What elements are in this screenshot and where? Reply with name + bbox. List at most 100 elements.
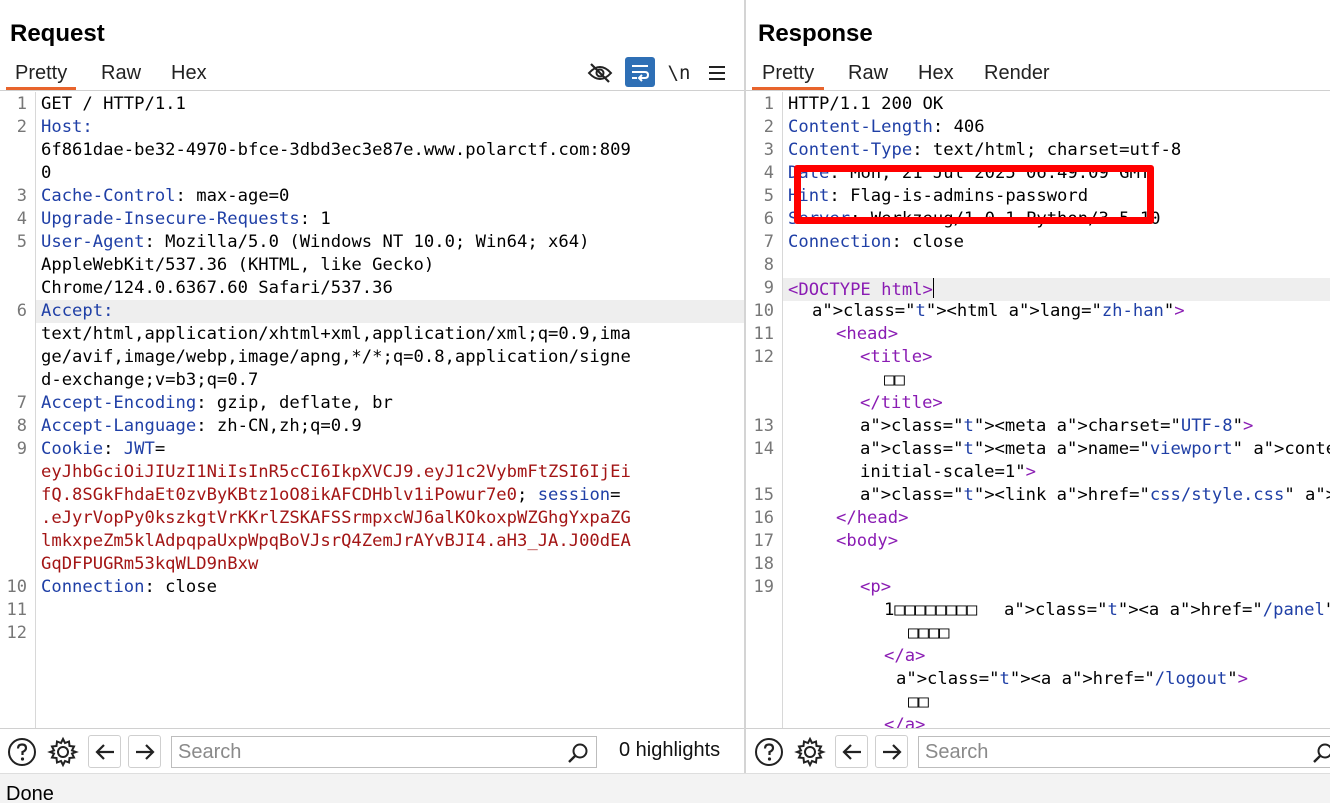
code-line: User-Agent: Mozilla/5.0 (Windows NT 10.0… — [41, 232, 590, 252]
code-line: a">class="t"><meta a">charset="UTF-8"> — [860, 416, 1254, 436]
code-line: <p> — [860, 577, 892, 597]
code-line: eyJhbGciOiJIUzI1NiIsInR5cCI6IkpXVCJ9.eyJ… — [41, 462, 631, 482]
code-line: GET / HTTP/1.1 — [41, 94, 186, 114]
request-search-input[interactable] — [178, 740, 558, 764]
line-number: 11 — [753, 324, 774, 344]
code-line: Connection: close — [41, 577, 217, 597]
code-line: </a> — [884, 715, 926, 728]
line-number: 6 — [763, 209, 774, 229]
code-line: 0 — [41, 163, 52, 183]
line-number: 12 — [753, 347, 774, 367]
help-icon[interactable] — [5, 735, 38, 768]
eye-slash-icon[interactable] — [585, 58, 615, 88]
code-line: AppleWebKit/537.36 (KHTML, like Gecko) — [41, 255, 435, 275]
search-icon[interactable] — [1311, 741, 1330, 765]
line-number: 19 — [753, 577, 774, 597]
line-number: 10 — [753, 301, 774, 321]
code-line: Host: — [41, 117, 93, 137]
response-pane: Response Pretty Raw Hex Render 1 2 3 4 5… — [746, 0, 1330, 773]
line-number: 13 — [753, 416, 774, 436]
code-line: GqDFPUGRm53kqWLD9nBxw — [41, 554, 259, 574]
back-arrow-icon[interactable] — [835, 735, 868, 768]
tab-raw[interactable]: Raw — [101, 60, 141, 90]
line-number: 9 — [16, 439, 27, 459]
response-tabs: Pretty Raw Hex Render — [746, 60, 1330, 91]
line-number: 5 — [16, 232, 27, 252]
request-gutter: 1 2 3 4 5 6 7 8 9 10 11 12 — [0, 92, 36, 728]
response-search-input[interactable] — [925, 740, 1305, 764]
tab-hex[interactable]: Hex — [171, 60, 207, 90]
code-line: Hint: Flag-is-admins-password — [788, 186, 1089, 206]
request-search-box — [171, 736, 597, 768]
line-number: 8 — [16, 416, 27, 436]
code-line: ge/avif,image/webp,image/apng,*/*;q=0.8,… — [41, 347, 631, 367]
code-line: 1□□□□□□□□ — [884, 600, 978, 620]
line-number: 18 — [753, 554, 774, 574]
back-arrow-icon[interactable] — [88, 735, 121, 768]
line-number: 9 — [763, 278, 774, 298]
code-line: Content-Length: 406 — [788, 117, 985, 137]
line-number: 10 — [6, 577, 27, 597]
forward-arrow-icon[interactable] — [128, 735, 161, 768]
menu-icon[interactable] — [702, 58, 732, 88]
code-line: text/html,application/xhtml+xml,applicat… — [41, 324, 631, 344]
code-line: HTTP/1.1 200 OK — [788, 94, 944, 114]
line-number: 6 — [16, 301, 27, 321]
code-line: </head> — [836, 508, 909, 528]
gear-icon[interactable] — [793, 735, 826, 768]
request-code: GET / HTTP/1.1 Host: 6f861dae-be32-4970-… — [41, 92, 744, 728]
code-line: Accept-Encoding: gzip, deflate, br — [41, 393, 393, 413]
code-line: □□ — [908, 692, 929, 712]
code-line: a">class="t"><link a">href="css/style.cs… — [860, 485, 1330, 505]
line-number: 16 — [753, 508, 774, 528]
line-number: 2 — [763, 117, 774, 137]
code-line: Server: Werkzeug/1.0.1 Python/3.5.10 — [788, 209, 1161, 229]
tab-raw[interactable]: Raw — [848, 60, 888, 90]
request-editor[interactable]: 1 2 3 4 5 6 7 8 9 10 11 12 GET / HTTP/1.… — [0, 92, 744, 728]
code-line: lmkxpeZm5klAdpqpaUxpWpqBoVJsrQ4ZemJrAYvB… — [41, 531, 631, 551]
forward-arrow-icon[interactable] — [875, 735, 908, 768]
request-title: Request — [10, 20, 105, 47]
line-number: 3 — [763, 140, 774, 160]
code-line: Content-Type: text/html; charset=utf-8 — [788, 140, 1182, 160]
search-icon[interactable] — [566, 741, 590, 765]
line-number: 11 — [6, 600, 27, 620]
line-number: 5 — [763, 186, 774, 206]
help-icon[interactable] — [752, 735, 785, 768]
line-number: 4 — [16, 209, 27, 229]
response-bottom-bar — [746, 728, 1330, 773]
wrap-lines-icon[interactable] — [625, 57, 655, 87]
code-line: <title> — [860, 347, 933, 367]
code-line: .eJyrVopPy0kszkgtVrKKrlZSKAFSSrmpxcWJ6al… — [41, 508, 631, 528]
code-line: <body> — [836, 531, 899, 551]
code-line: d-exchange;v=b3;q=0.7 — [41, 370, 259, 390]
tab-hex[interactable]: Hex — [918, 60, 954, 90]
line-number: 17 — [753, 531, 774, 551]
code-line: Cookie: JWT= — [41, 439, 166, 459]
newline-icon[interactable]: \n — [664, 58, 694, 88]
code-line: 6f861dae-be32-4970-bfce-3dbd3ec3e87e.www… — [41, 140, 631, 160]
line-number: 12 — [6, 623, 27, 643]
line-number: 1 — [16, 94, 27, 114]
code-line: a">class="t"><html a">lang="zh-han"> — [812, 301, 1185, 321]
code-line: a">class="t"><meta a">name="viewport" a"… — [860, 439, 1330, 459]
status-bar: Done — [0, 773, 1330, 803]
code-line: a">class="t"><a a">href="/panel"> — [1004, 600, 1330, 620]
gear-icon[interactable] — [46, 735, 79, 768]
line-number: 1 — [763, 94, 774, 114]
tab-render[interactable]: Render — [984, 60, 1050, 90]
line-number: 15 — [753, 485, 774, 505]
response-editor[interactable]: 1 2 3 4 5 6 7 8 9 10 11 12 13 14 15 16 1… — [746, 92, 1330, 728]
line-number: 3 — [16, 186, 27, 206]
code-line: </a> — [884, 646, 926, 666]
code-line: Date: Mon, 21 Jul 2025 06:49:09 GMT — [788, 163, 1151, 183]
tab-pretty[interactable]: Pretty — [752, 60, 825, 90]
request-bottom-bar: 0 highlights — [0, 728, 744, 773]
code-line: </title> — [860, 393, 943, 413]
response-search-box — [918, 736, 1330, 768]
tab-pretty[interactable]: Pretty — [6, 60, 77, 90]
line-number: 7 — [16, 393, 27, 413]
code-line: □□□□ — [908, 623, 950, 643]
line-number: 14 — [753, 439, 774, 459]
code-line: Cache-Control: max-age=0 — [41, 186, 290, 206]
